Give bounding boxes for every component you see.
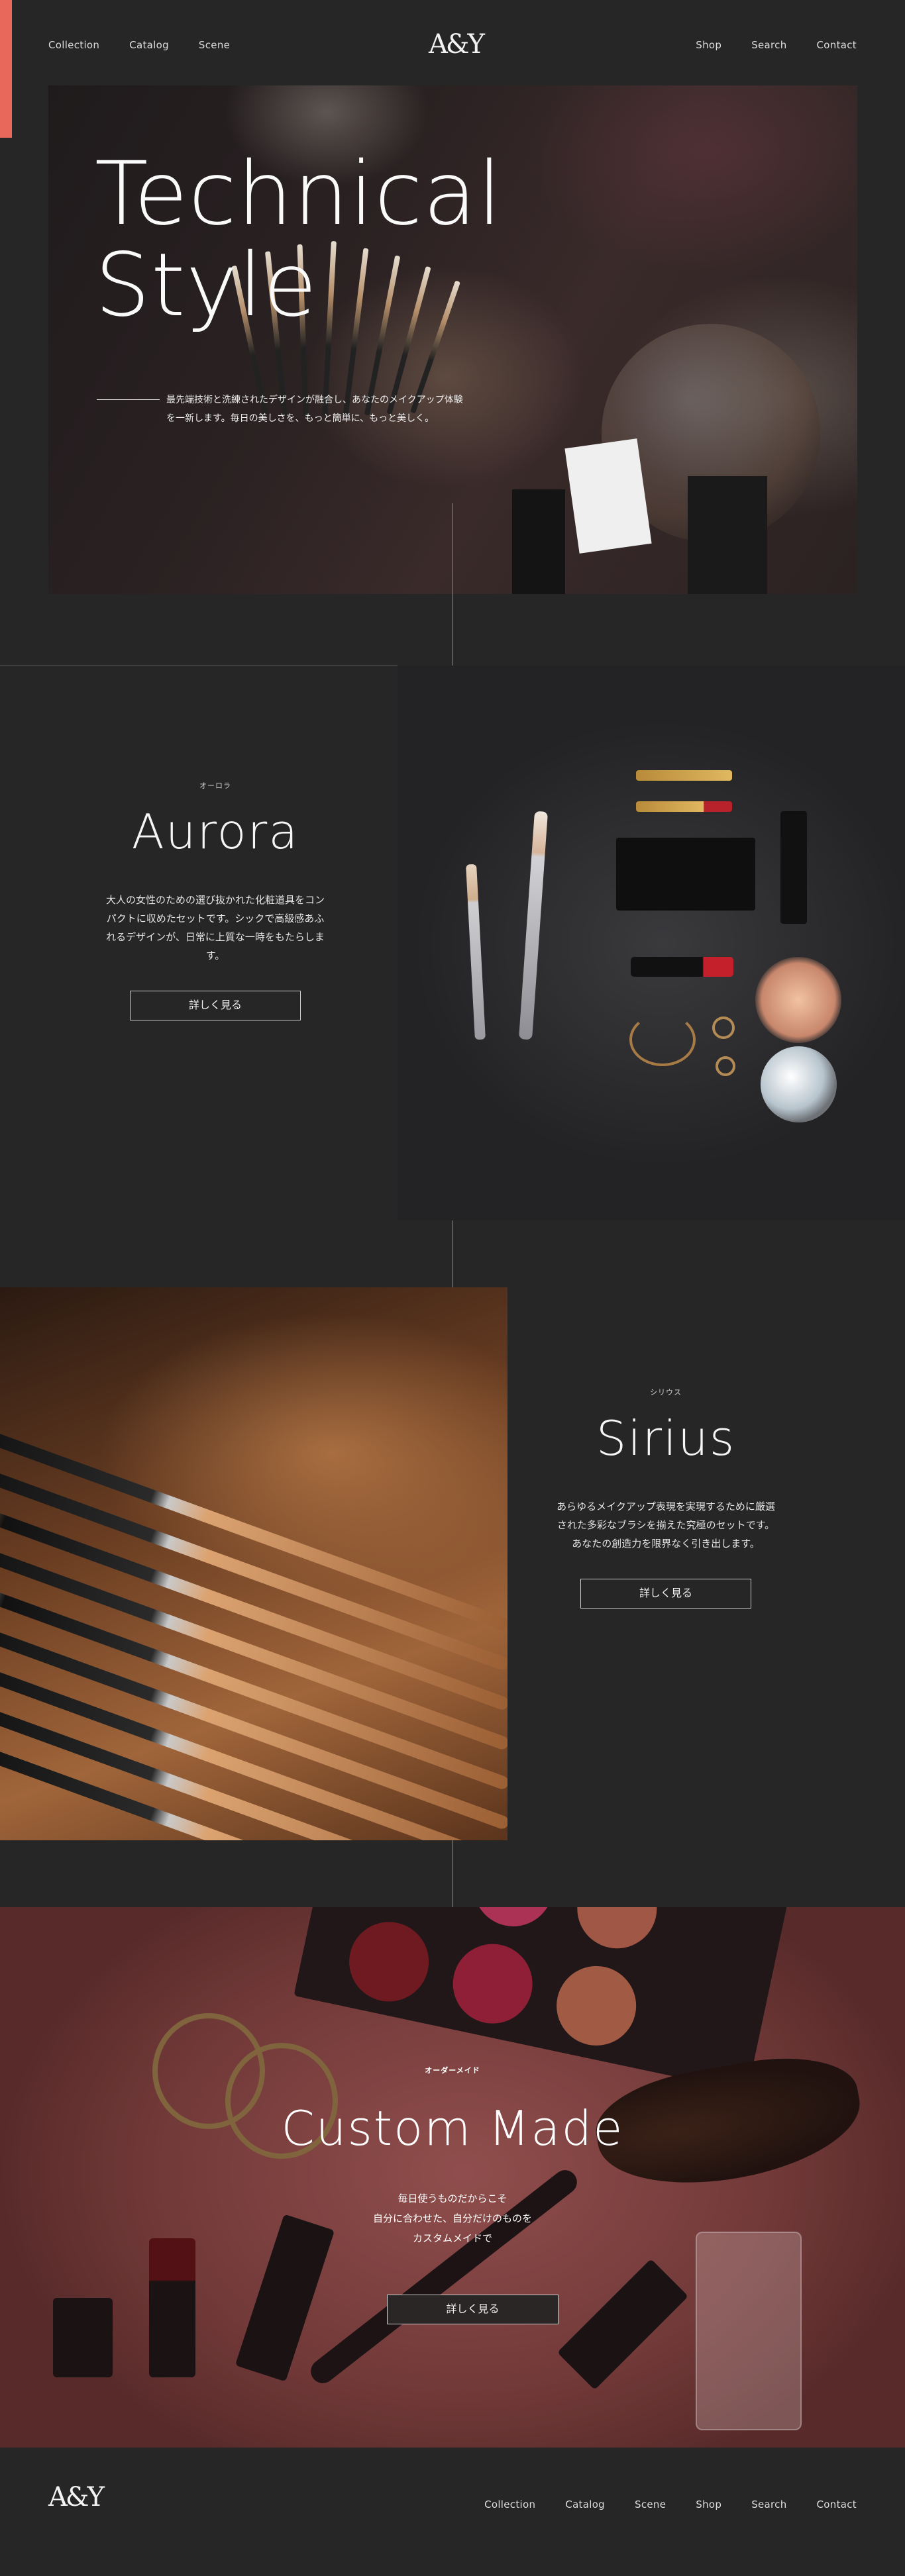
- hero-desc-line2: を一新します。毎日の美しさを、もっと簡単に、もっと美しく。: [166, 413, 435, 423]
- custom-made-details-button[interactable]: 詳しく見る: [387, 2295, 559, 2324]
- custom-desc-line1: 毎日使うものだからこそ: [398, 2193, 507, 2204]
- custom-made-image: [0, 1907, 905, 2448]
- nav-link-collection[interactable]: Collection: [48, 39, 99, 51]
- nav-link-search[interactable]: Search: [751, 39, 786, 51]
- hero-title: Technical Style: [95, 148, 502, 331]
- sirius-product-image: [0, 1287, 507, 1840]
- hero-title-line2: Style: [95, 234, 318, 336]
- aurora-title: Aurora: [131, 804, 299, 860]
- aurora-description: 大人の女性のための選び抜かれた化粧道具をコンパクトに収めたセットです。シックで高…: [106, 895, 325, 962]
- sirius-title: Sirius: [596, 1411, 736, 1466]
- nav-link-scene[interactable]: Scene: [199, 39, 230, 51]
- aurora-details-button[interactable]: 詳しく見る: [130, 991, 301, 1020]
- footer-logo[interactable]: A&Y: [48, 2482, 105, 2512]
- hero-desc-line1: 最先端技術と洗練されたデザインが融合し、あなたのメイクアップ体験: [166, 394, 463, 405]
- footer-link-scene[interactable]: Scene: [635, 2499, 666, 2510]
- custom-made-description: 毎日使うものだからこそ 自分に合わせた、自分だけのものを カスタムメイドで: [320, 2189, 585, 2249]
- custom-made-title: Custom Made: [281, 2101, 624, 2156]
- site-footer: A&Y Collection Catalog Scene Shop Search…: [0, 2448, 905, 2576]
- header-nav-right: Shop Search Contact: [696, 39, 857, 51]
- aurora-kana: オーロラ: [199, 782, 231, 790]
- site-header: Collection Catalog Scene A&Y Shop Search…: [0, 0, 905, 93]
- site-logo[interactable]: A&Y: [429, 29, 485, 60]
- nav-link-catalog[interactable]: Catalog: [129, 39, 169, 51]
- footer-link-shop[interactable]: Shop: [696, 2499, 721, 2510]
- connector-line: [452, 1840, 453, 1907]
- hero-description: 最先端技術と洗練されたデザインが融合し、あなたのメイクアップ体験 を一新します。…: [166, 390, 471, 427]
- custom-made-kana: オーダーメイド: [425, 2067, 480, 2075]
- aurora-text-block: オーロラ Aurora 大人の女性のための選び抜かれた化粧道具をコンパクトに収め…: [99, 780, 331, 1020]
- hero-title-line1: Technical: [95, 143, 503, 245]
- custom-desc-line3: カスタムメイドで: [412, 2233, 492, 2244]
- hero-rule: [97, 399, 160, 400]
- footer-link-contact[interactable]: Contact: [817, 2499, 857, 2510]
- sirius-kana: シリウス: [650, 1389, 682, 1397]
- footer-nav: Collection Catalog Scene Shop Search Con…: [484, 2499, 857, 2510]
- footer-link-catalog[interactable]: Catalog: [565, 2499, 605, 2510]
- sirius-description: あらゆるメイクアップ表現を実現するために厳選された多彩なブラシを揃えた究極のセッ…: [557, 1501, 775, 1550]
- custom-made-section: [0, 1907, 905, 2448]
- nav-link-shop[interactable]: Shop: [696, 39, 721, 51]
- footer-link-collection[interactable]: Collection: [484, 2499, 535, 2510]
- footer-link-search[interactable]: Search: [751, 2499, 786, 2510]
- nav-link-contact[interactable]: Contact: [817, 39, 857, 51]
- header-nav-left: Collection Catalog Scene: [48, 39, 230, 51]
- sirius-details-button[interactable]: 詳しく見る: [580, 1579, 751, 1609]
- sirius-text-block: シリウス Sirius あらゆるメイクアップ表現を実現するために厳選された多彩な…: [550, 1387, 782, 1609]
- aurora-product-image: [398, 666, 905, 1220]
- custom-desc-line2: 自分に合わせた、自分だけのものを: [372, 2213, 532, 2224]
- connector-line: [452, 503, 453, 666]
